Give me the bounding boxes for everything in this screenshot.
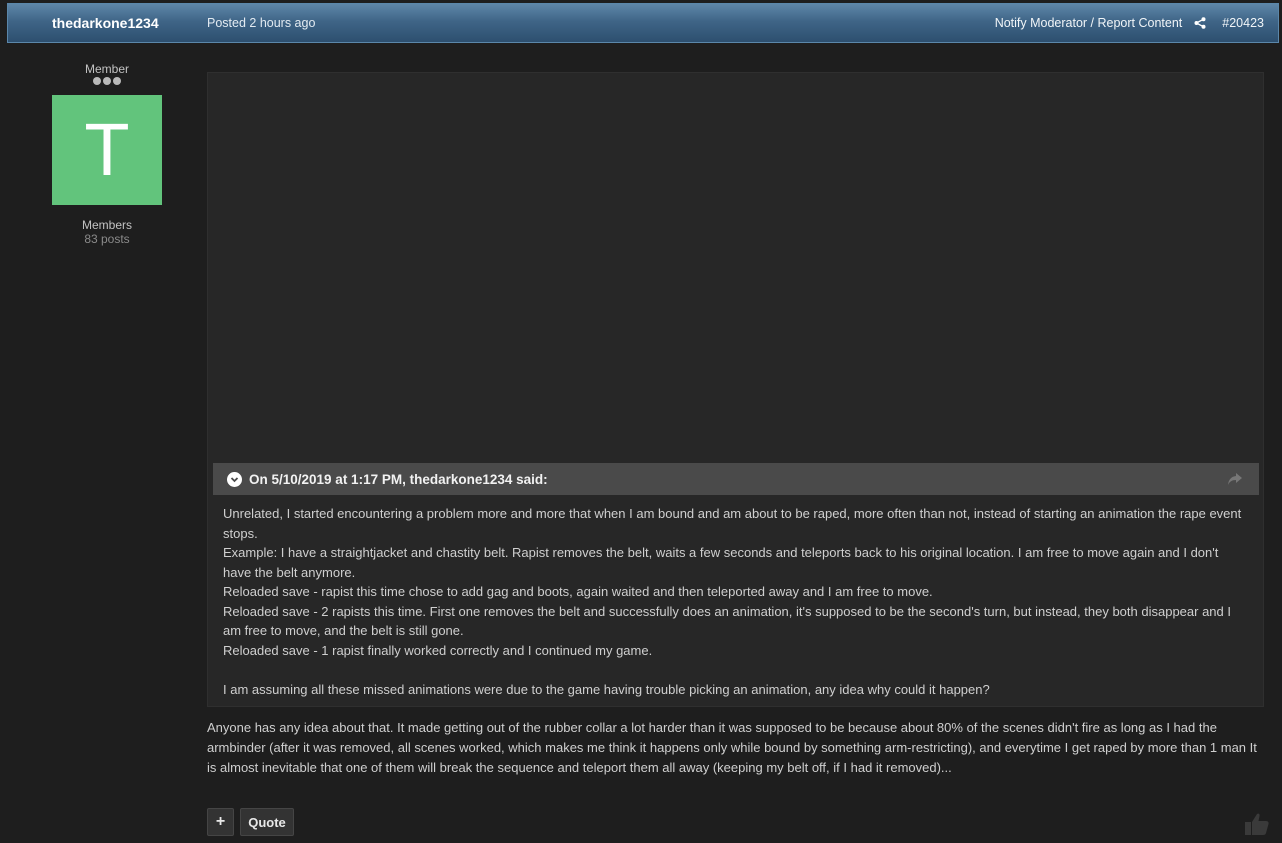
quote-closing: I am assuming all these missed animation… xyxy=(223,681,990,697)
rank-pips xyxy=(52,77,162,85)
embedded-content-area: On 5/10/2019 at 1:17 PM, thedarkone1234 … xyxy=(207,72,1264,707)
post-header-tools: Notify Moderator / Report Content #20423 xyxy=(995,16,1264,30)
quote-box: On 5/10/2019 at 1:17 PM, thedarkone1234 … xyxy=(213,463,1259,707)
member-group: Members xyxy=(81,218,132,232)
share-icon[interactable] xyxy=(1194,17,1206,29)
rank-pip-icon xyxy=(93,77,101,85)
quote-button[interactable]: Quote xyxy=(240,808,294,836)
quote-citation: On 5/10/2019 at 1:17 PM, thedarkone1234 … xyxy=(249,471,548,487)
rank-pip-icon xyxy=(113,77,121,85)
post-count: 83 posts xyxy=(84,232,130,246)
chevron-down-icon[interactable] xyxy=(227,471,242,487)
member-title: Member xyxy=(84,62,129,76)
quote-line: Reloaded save - 1 rapist finally worked … xyxy=(223,642,653,658)
quote-line: Example: I have a straightjacket and cha… xyxy=(223,545,1219,580)
quote-line: Reloaded save - rapist this time chose t… xyxy=(223,584,933,599)
quote-citation-bar: On 5/10/2019 at 1:17 PM, thedarkone1234 … xyxy=(213,463,1259,495)
avatar[interactable]: T xyxy=(52,95,162,205)
report-content-link[interactable]: Notify Moderator / Report Content xyxy=(995,16,1183,30)
quote-body: Unrelated, I started encountering a prob… xyxy=(213,495,1259,699)
post-author-link[interactable]: thedarkone1234 xyxy=(52,15,159,31)
post-actions: + Quote xyxy=(207,808,294,836)
post-date: Posted 2 hours ago xyxy=(207,16,316,30)
quote-line: Reloaded save - 2 rapists this time. Fir… xyxy=(223,603,1231,639)
post-header: thedarkone1234 Posted 2 hours ago Notify… xyxy=(7,3,1279,43)
quote-line: Unrelated, I started encountering a prob… xyxy=(223,506,1242,541)
go-to-quote-icon[interactable] xyxy=(1227,472,1243,486)
post-body-text: Anyone has any idea about that. It made … xyxy=(207,720,1257,775)
forum-post: thedarkone1234 Posted 2 hours ago Notify… xyxy=(0,0,1282,843)
post-content: On 5/10/2019 at 1:17 PM, thedarkone1234 … xyxy=(207,72,1264,778)
thumbs-up-icon[interactable] xyxy=(1244,811,1270,837)
post-number-link[interactable]: #20423 xyxy=(1222,16,1264,30)
author-panel: Member T Members 83 posts xyxy=(52,62,162,246)
multiquote-button[interactable]: + xyxy=(207,808,234,836)
quote-spacer xyxy=(223,660,1249,680)
rank-pip-icon xyxy=(103,77,111,85)
